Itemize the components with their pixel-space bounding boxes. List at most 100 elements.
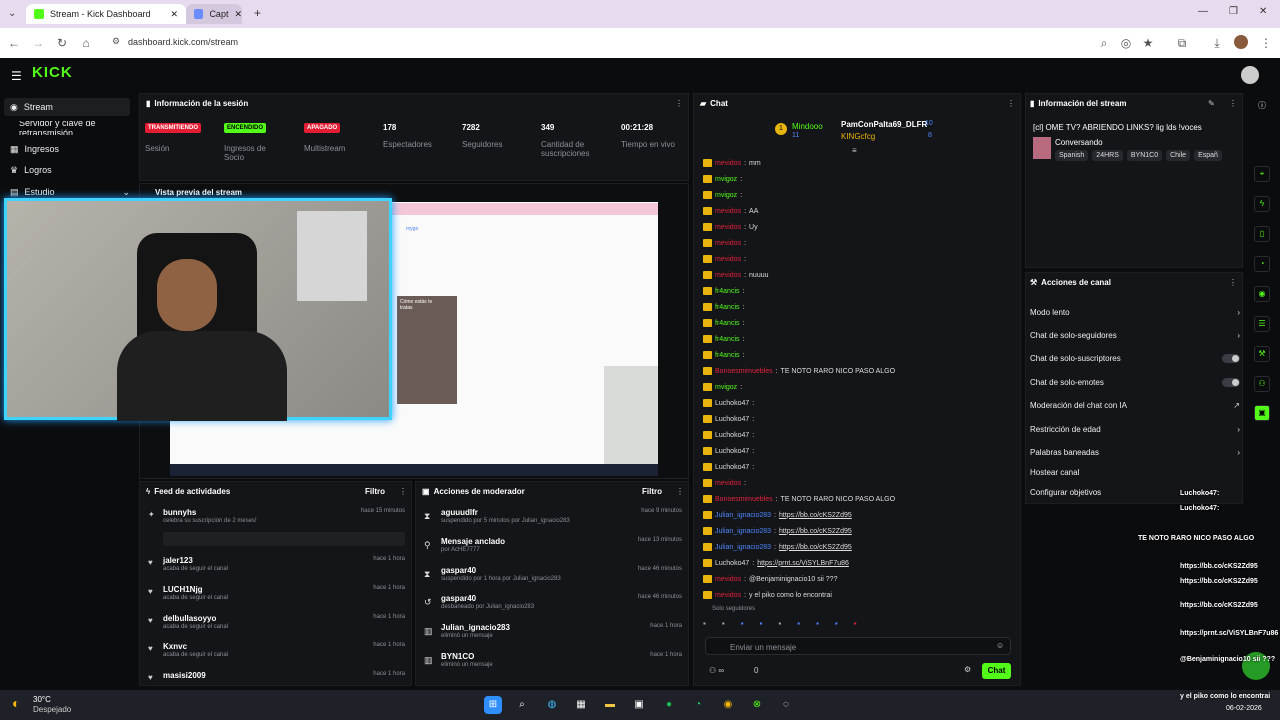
- minimize-icon[interactable]: —: [1198, 6, 1208, 17]
- feed-filter-button[interactable]: Filtro: [365, 487, 385, 496]
- feed-item-name[interactable]: Kxnvc: [163, 642, 187, 651]
- chat-username[interactable]: Julian_ignacio283: [715, 528, 771, 535]
- chat-text[interactable]: https://prnt.sc/ViSYLBnF7u86: [757, 560, 849, 567]
- emote-icon[interactable]: ▪: [835, 619, 838, 631]
- chat-username[interactable]: Luchoko47: [715, 560, 749, 567]
- chat-username[interactable]: mevidos: [715, 576, 741, 583]
- edge-icon[interactable]: ◍: [543, 696, 561, 714]
- channel-actions-menu-icon[interactable]: ⋮: [1229, 278, 1237, 287]
- emote-icon[interactable]: ▪: [722, 619, 725, 631]
- chat-username[interactable]: Bonoesmimuebles: [715, 496, 773, 503]
- chat-username[interactable]: fr4ancis: [715, 336, 740, 343]
- chat-username[interactable]: Luchoko47: [715, 432, 749, 439]
- toggle-switch[interactable]: [1222, 377, 1240, 387]
- window-close-icon[interactable]: ✕: [1259, 6, 1267, 17]
- rail-list-icon[interactable]: ☰: [1254, 316, 1270, 332]
- new-tab-plus-icon[interactable]: +: [254, 6, 261, 20]
- download-icon[interactable]: ⤓: [1209, 35, 1225, 51]
- capture-app-icon[interactable]: ▣: [630, 696, 648, 714]
- windows-start-icon[interactable]: ⊞: [484, 696, 502, 714]
- chat-username[interactable]: fr4ancis: [715, 320, 740, 327]
- channel-action-1[interactable]: Chat de solo-seguidores ›: [1030, 328, 1240, 342]
- chat-username[interactable]: Luchoko47: [715, 448, 749, 455]
- chat-username[interactable]: mevidos: [715, 256, 741, 263]
- channel-action-3[interactable]: Chat de solo-emotes: [1030, 375, 1240, 389]
- chrome-icon[interactable]: ◉: [719, 696, 737, 714]
- channel-action-2[interactable]: Chat de solo-suscriptores: [1030, 351, 1240, 365]
- mod-item-name[interactable]: Mensaje anclado: [441, 537, 505, 546]
- emote-icon[interactable]: ▪: [816, 619, 819, 631]
- rail-wrench-icon[interactable]: ⚒: [1254, 346, 1270, 362]
- stream-tag[interactable]: Españ: [1194, 150, 1222, 161]
- chat-username[interactable]: Luchoko47: [715, 400, 749, 407]
- forward-arrow-icon[interactable]: →: [30, 35, 46, 51]
- feed-item-name[interactable]: jaler123: [163, 556, 193, 565]
- emote-icon[interactable]: ▪: [760, 619, 763, 631]
- rail-chat-icon[interactable]: ◔: [1254, 256, 1270, 272]
- emote-icon[interactable]: ▪: [703, 619, 706, 631]
- sidebar-item-ingresos[interactable]: ▦ Ingresos: [10, 142, 59, 156]
- kick-logo[interactable]: KICK: [32, 64, 73, 81]
- channel-action-6[interactable]: Palabras baneadas ›: [1030, 445, 1240, 459]
- sidebar-item-stream-label[interactable]: ◉ Stream: [10, 100, 53, 114]
- close-tab-icon[interactable]: ✕: [234, 9, 242, 20]
- maximize-icon[interactable]: ❐: [1229, 6, 1238, 17]
- spotify-icon[interactable]: ●: [660, 696, 678, 714]
- feed-menu-icon[interactable]: ⋮: [399, 487, 407, 496]
- rail-active-icon[interactable]: ▣: [1254, 405, 1270, 421]
- channel-action-5[interactable]: Restricción de edad ›: [1030, 422, 1240, 436]
- tab-capture[interactable]: Capt ✕: [186, 4, 242, 24]
- mod-item-name[interactable]: gaspar40: [441, 594, 476, 603]
- chat-username[interactable]: mevidos: [715, 272, 741, 279]
- mod-item-name[interactable]: BYN1CO: [441, 652, 474, 661]
- weather-icon[interactable]: ◐: [12, 695, 20, 711]
- toggle-switch[interactable]: [1222, 353, 1240, 363]
- chat-username[interactable]: mvigoz: [715, 192, 737, 199]
- store-icon[interactable]: ▦: [572, 696, 590, 714]
- mod-filter-button[interactable]: Filtro: [642, 487, 662, 496]
- rail-target-icon[interactable]: ⌖: [1254, 166, 1270, 182]
- mod-item-name[interactable]: aguuudlfr: [441, 508, 478, 517]
- chat-username[interactable]: mvigoz: [715, 384, 737, 391]
- rail-info-icon[interactable]: ⓘ: [1258, 100, 1266, 111]
- chat-username[interactable]: Julian_ignacio283: [715, 544, 771, 551]
- chat-username[interactable]: mevidos: [715, 208, 741, 215]
- emote-icon[interactable]: ▪: [778, 619, 781, 631]
- chat-username[interactable]: fr4ancis: [715, 288, 740, 295]
- rail-people-icon[interactable]: ⚇: [1254, 376, 1270, 392]
- chat-username[interactable]: mevidos: [715, 224, 741, 231]
- chat-username[interactable]: mvigoz: [715, 176, 737, 183]
- chat-text[interactable]: https://bb.co/cKS2Zd95: [779, 528, 852, 535]
- feed-item-name[interactable]: masisi2009: [163, 671, 206, 680]
- chat-settings-icon[interactable]: ⚙: [964, 665, 971, 674]
- file-explorer-icon[interactable]: ▬: [601, 696, 619, 714]
- tab-list-chevron-icon[interactable]: ⌄: [8, 8, 16, 19]
- bookmark-star-icon[interactable]: ★: [1140, 35, 1156, 51]
- chat-username[interactable]: Julian_ignacio283: [715, 512, 771, 519]
- browser-menu-icon[interactable]: ⋮: [1258, 35, 1274, 51]
- mod-item-name[interactable]: gaspar40: [441, 566, 476, 575]
- tab-stream-dashboard[interactable]: Stream - Kick Dashboard ✕: [26, 4, 186, 24]
- feed-item-name[interactable]: LUCH1Njg: [163, 585, 203, 594]
- chat-send-button[interactable]: Chat: [982, 663, 1011, 679]
- feed-item-name[interactable]: delbullasoyyo: [163, 614, 216, 623]
- emote-icon[interactable]: ▪: [854, 619, 857, 631]
- sidebar-item-estudio[interactable]: ▤ Estudio ⌄: [10, 185, 130, 199]
- site-info-icon[interactable]: ⚙: [112, 36, 120, 47]
- chat-username[interactable]: mevidos: [715, 240, 741, 247]
- profile-avatar[interactable]: [1234, 35, 1248, 49]
- zoom-icon[interactable]: ⌕: [1096, 35, 1112, 51]
- chat-username[interactable]: Bonoesmimuebles: [715, 368, 773, 375]
- channel-action-7[interactable]: Hostear canal: [1030, 465, 1240, 479]
- address-bar[interactable]: ⚙ dashboard.kick.com/stream: [104, 31, 1194, 55]
- chat-menu-icon[interactable]: ⋮: [1007, 99, 1015, 108]
- home-icon[interactable]: ⌂: [78, 35, 94, 51]
- channel-action-4[interactable]: Moderación del chat con IA ↗: [1030, 398, 1240, 412]
- chat-username[interactable]: mevidos: [715, 480, 741, 487]
- hamburger-menu-icon[interactable]: ☰: [11, 69, 22, 83]
- taskbar-search-icon[interactable]: ⌕: [513, 696, 531, 714]
- close-tab-icon[interactable]: ✕: [170, 9, 178, 20]
- sidebar-item-server-key[interactable]: Servidor y clave de retransmisión: [19, 121, 139, 135]
- chat-username[interactable]: Luchoko47: [715, 416, 749, 423]
- feed-item-name[interactable]: bunnyhs: [163, 508, 196, 517]
